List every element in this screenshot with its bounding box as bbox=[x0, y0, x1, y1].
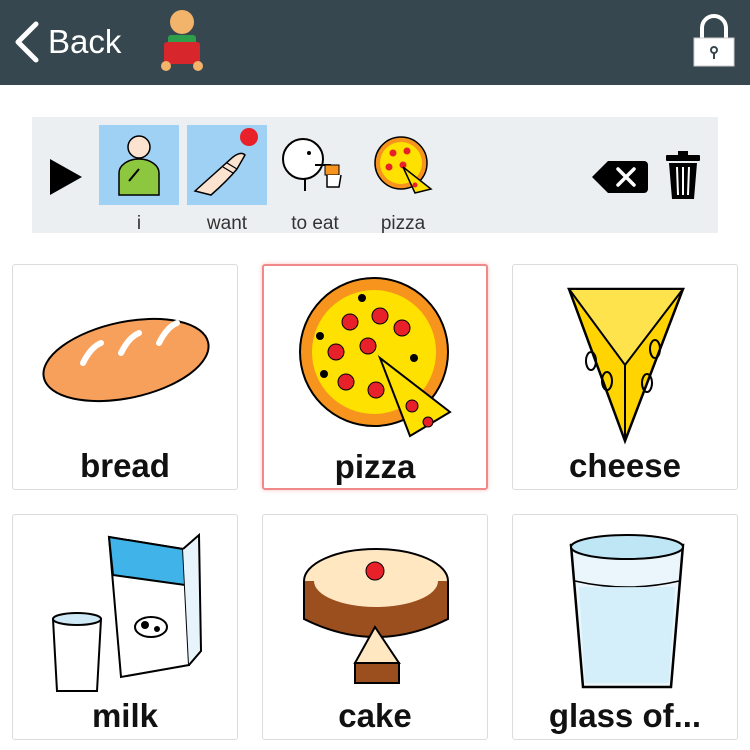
trash-icon[interactable] bbox=[666, 151, 700, 199]
eat-symbol-icon bbox=[282, 138, 342, 191]
sentence-strip[interactable]: i want to eat pizza bbox=[32, 117, 718, 234]
want-symbol-icon bbox=[193, 128, 258, 196]
i-symbol-icon bbox=[118, 135, 160, 196]
backspace-icon[interactable] bbox=[592, 159, 648, 195]
word-label: to eat bbox=[291, 213, 339, 234]
sentence-word-pizza[interactable]: pizza bbox=[363, 125, 443, 234]
sentence-word-to-eat[interactable]: to eat bbox=[275, 125, 355, 234]
tile-label: pizza bbox=[334, 448, 416, 485]
back-label: Back bbox=[48, 23, 122, 60]
tile-pizza[interactable]: pizza bbox=[262, 264, 488, 490]
tile-cake[interactable]: cake bbox=[262, 514, 488, 740]
word-picture bbox=[363, 125, 443, 205]
tile-cheese[interactable]: cheese bbox=[512, 264, 738, 490]
back-chevron-icon bbox=[15, 21, 39, 63]
lock-icon[interactable] bbox=[690, 14, 738, 68]
play-icon[interactable] bbox=[46, 157, 86, 197]
tile-label: cake bbox=[338, 697, 412, 734]
top-bar: Back bbox=[0, 0, 750, 85]
word-label: want bbox=[206, 213, 248, 234]
tile-label: milk bbox=[91, 697, 159, 734]
sentence-word-i[interactable]: i bbox=[99, 125, 179, 234]
tile-bread[interactable]: bread bbox=[12, 264, 238, 490]
sentence-word-want[interactable]: want bbox=[187, 125, 267, 234]
word-picture bbox=[275, 125, 355, 205]
tile-milk[interactable]: milk bbox=[12, 514, 238, 740]
tile-glass-of[interactable]: glass of... bbox=[512, 514, 738, 740]
tile-label: bread bbox=[80, 447, 170, 484]
word-label: i bbox=[136, 213, 142, 234]
word-label: pizza bbox=[380, 213, 426, 234]
back-button[interactable]: Back bbox=[12, 14, 121, 70]
pizza-icon bbox=[374, 136, 433, 194]
word-highlight bbox=[99, 125, 179, 205]
tile-label: cheese bbox=[569, 447, 681, 484]
word-highlight bbox=[187, 125, 267, 205]
user-avatar-icon[interactable] bbox=[158, 8, 206, 74]
tile-label: glass of... bbox=[548, 697, 702, 734]
